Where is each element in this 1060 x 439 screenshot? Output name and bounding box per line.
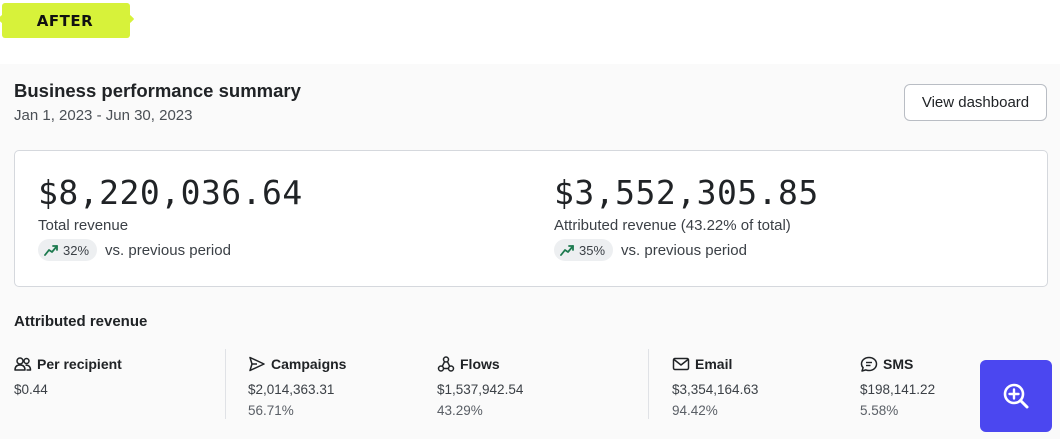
total-revenue-change: 32% vs. previous period xyxy=(38,239,303,261)
stat-percent: 94.42% xyxy=(672,403,718,418)
date-range: Jan 1, 2023 - Jun 30, 2023 xyxy=(14,107,193,124)
stat-value: $198,141.22 xyxy=(860,382,936,397)
zoom-button[interactable] xyxy=(980,360,1052,432)
stat-name: Email xyxy=(695,356,733,372)
attributed-revenue-metric: $3,552,305.85 Attributed revenue (43.22%… xyxy=(554,173,819,261)
total-revenue-amount: $8,220,036.64 xyxy=(38,173,303,212)
stat-value: $0.44 xyxy=(14,382,48,397)
after-badge: AFTER xyxy=(2,3,130,38)
stat-value: $1,537,942.54 xyxy=(437,382,524,397)
stat-sms: SMS $198,141.22 5.58% xyxy=(860,355,935,418)
stat-per-recipient: Per recipient $0.44 xyxy=(14,355,122,397)
people-icon xyxy=(14,357,32,371)
stat-value: $3,354,164.63 xyxy=(672,382,759,397)
attributed-revenue-section-title: Attributed revenue xyxy=(14,313,148,330)
change-badge: 35% xyxy=(554,239,614,261)
total-revenue-metric: $8,220,036.64 Total revenue 32% vs. prev… xyxy=(38,173,303,261)
stat-name: Per recipient xyxy=(37,356,122,372)
stat-campaigns: Campaigns $2,014,363.31 56.71% xyxy=(248,355,346,418)
send-icon xyxy=(249,356,265,372)
stat-name: Campaigns xyxy=(271,356,347,372)
revenue-summary-box: $8,220,036.64 Total revenue 32% vs. prev… xyxy=(14,150,1048,287)
trend-up-icon xyxy=(44,245,58,256)
mail-icon xyxy=(672,357,690,371)
attributed-revenue-amount: $3,552,305.85 xyxy=(554,173,819,212)
change-suffix: vs. previous period xyxy=(105,241,231,259)
stat-flows: Flows $1,537,942.54 43.29% xyxy=(437,355,523,418)
view-dashboard-button[interactable]: View dashboard xyxy=(904,84,1047,121)
change-percent: 35% xyxy=(579,242,606,258)
trend-up-icon xyxy=(560,245,574,256)
attributed-revenue-change: 35% vs. previous period xyxy=(554,239,819,261)
change-suffix: vs. previous period xyxy=(621,241,747,259)
change-percent: 32% xyxy=(63,242,90,258)
stat-percent: 5.58% xyxy=(860,403,899,418)
stat-email: Email $3,354,164.63 94.42% xyxy=(672,355,758,418)
flows-icon xyxy=(437,356,455,372)
zoom-in-icon xyxy=(1003,383,1029,409)
stat-percent: 43.29% xyxy=(437,403,483,418)
change-badge: 32% xyxy=(38,239,98,261)
attributed-revenue-label: Attributed revenue (43.22% of total) xyxy=(554,217,791,234)
stat-value: $2,014,363.31 xyxy=(248,382,335,397)
total-revenue-label: Total revenue xyxy=(38,217,129,234)
divider xyxy=(648,349,649,419)
divider xyxy=(225,349,226,419)
chat-icon xyxy=(860,356,878,372)
stat-name: Flows xyxy=(460,356,500,372)
stat-name: SMS xyxy=(883,356,914,372)
performance-summary-card: Business performance summary Jan 1, 2023… xyxy=(0,64,1060,439)
stat-percent: 56.71% xyxy=(248,403,294,418)
page-title: Business performance summary xyxy=(14,80,301,101)
